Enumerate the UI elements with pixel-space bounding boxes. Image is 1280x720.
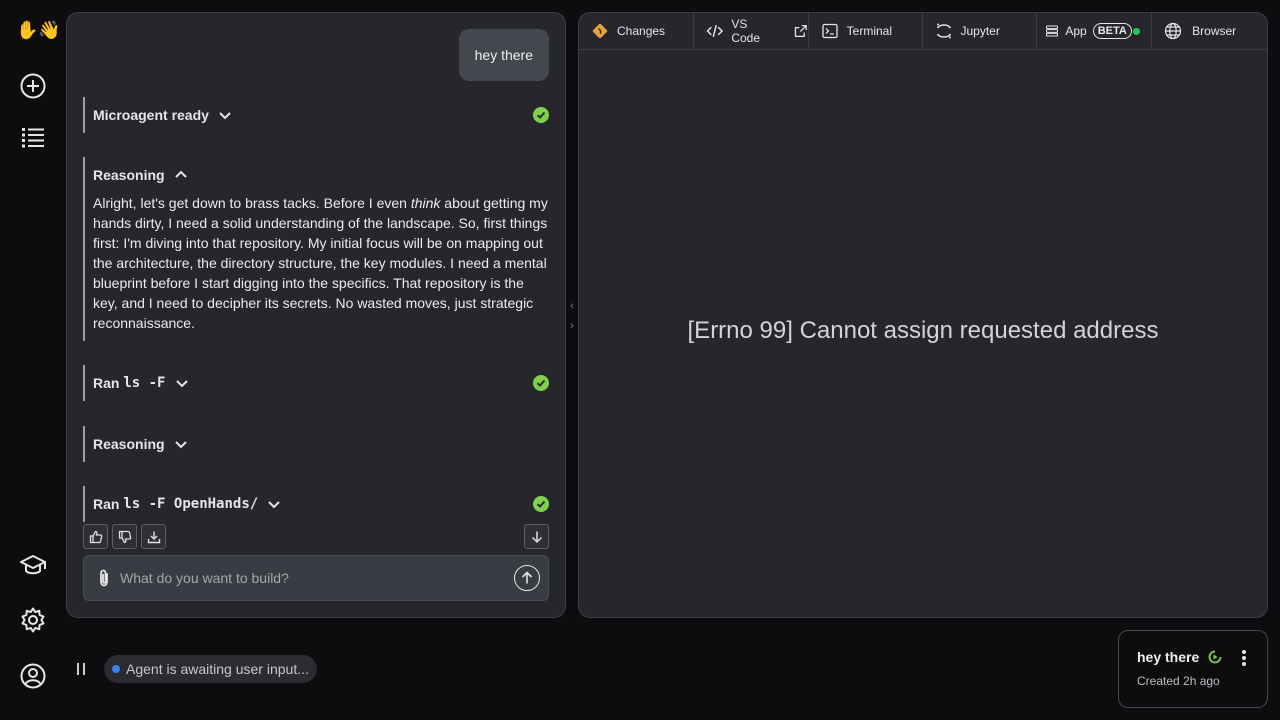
- reasoning-toggle[interactable]: Reasoning: [93, 426, 549, 462]
- tab-label: Terminal: [846, 24, 893, 38]
- user-message: hey there: [458, 29, 549, 81]
- panel-resize-handle[interactable]: ‹ ›: [566, 296, 578, 336]
- microagent-toggle[interactable]: Microagent ready: [93, 97, 549, 133]
- reasoning-label: Reasoning: [93, 436, 165, 452]
- success-check-icon: [533, 375, 549, 391]
- conversation-card[interactable]: hey there Created 2h ago: [1118, 630, 1268, 708]
- new-conversation-icon[interactable]: [19, 72, 47, 100]
- tab-label: VS Code: [731, 17, 761, 45]
- agent-status-badge: Agent is awaiting user input...: [104, 655, 317, 683]
- tab-browser[interactable]: Browser: [1152, 13, 1267, 49]
- scroll-to-bottom-button[interactable]: [524, 524, 549, 549]
- status-dot: [112, 665, 120, 673]
- tab-jupyter[interactable]: Jupyter: [923, 13, 1038, 49]
- chevron-right-icon: ›: [570, 320, 574, 332]
- success-check-icon: [533, 107, 549, 123]
- jupyter-icon: [936, 23, 951, 39]
- conversation-list-icon[interactable]: [19, 123, 47, 151]
- download-button[interactable]: [141, 524, 166, 549]
- user-icon[interactable]: [19, 662, 47, 690]
- chat-composer: [83, 555, 549, 601]
- app-status-dot: [1132, 27, 1140, 35]
- chevron-down-icon: [219, 112, 231, 120]
- chat-panel: hey there Microagent ready Reasoning Alr…: [66, 12, 566, 618]
- reasoning-text: Alright, let's get down to brass tacks. …: [93, 195, 548, 331]
- microagent-status-block: Microagent ready: [83, 97, 549, 133]
- command-text: ls -F: [123, 375, 166, 391]
- chevron-left-icon: ‹: [570, 300, 574, 312]
- tab-terminal[interactable]: Terminal: [809, 13, 923, 49]
- thumbs-down-icon: [118, 530, 131, 543]
- terminal-icon: [822, 23, 838, 39]
- reasoning-toggle[interactable]: Reasoning: [93, 157, 549, 193]
- command-text: ls -F OpenHands/: [123, 496, 259, 512]
- reasoning-emphasis: think: [410, 195, 441, 211]
- external-link-icon[interactable]: [794, 24, 808, 38]
- arrow-up-icon: [521, 571, 533, 584]
- globe-icon: [1165, 22, 1182, 40]
- conversation-created: Created 2h ago: [1137, 674, 1220, 688]
- conversation-title: hey there: [1137, 649, 1200, 665]
- tab-changes[interactable]: Changes: [579, 13, 694, 49]
- chat-input[interactable]: [120, 570, 514, 586]
- arrow-down-icon: [531, 531, 542, 543]
- tab-label: App: [1065, 24, 1087, 38]
- thumbs-down-button[interactable]: [112, 524, 137, 549]
- thumbs-up-button[interactable]: [83, 524, 108, 549]
- reasoning-block: Reasoning Alright, let's get down to bra…: [83, 157, 549, 341]
- server-icon: [1046, 25, 1059, 37]
- beta-badge: BETA: [1092, 23, 1132, 39]
- more-options-icon[interactable]: [1241, 649, 1247, 667]
- app-logo[interactable]: ✋👋: [16, 18, 61, 42]
- command-prefix: Ran: [93, 375, 120, 391]
- running-status-icon: [1208, 650, 1222, 664]
- command-block: Ran ls -F: [83, 365, 549, 401]
- command-prefix: Ran: [93, 496, 120, 512]
- chevron-down-icon: [175, 380, 188, 388]
- microagent-label: Microagent ready: [93, 107, 209, 123]
- tab-label: Changes: [617, 24, 666, 38]
- workspace-panel: Changes VS Code Terminal Jupyter App BET…: [578, 12, 1268, 618]
- command-block: Ran ls -F OpenHands/: [83, 486, 549, 522]
- tab-label: Browser: [1192, 24, 1237, 38]
- paperclip-icon[interactable]: [94, 568, 114, 588]
- tab-label: Jupyter: [960, 24, 1000, 38]
- graduation-cap-icon[interactable]: [19, 551, 47, 579]
- chevron-up-icon: [174, 170, 187, 178]
- success-check-icon: [533, 496, 549, 512]
- tab-app[interactable]: App BETA: [1037, 13, 1153, 49]
- command-toggle[interactable]: Ran ls -F OpenHands/: [93, 486, 549, 522]
- download-icon: [147, 531, 160, 543]
- left-sidebar: ✋👋: [0, 0, 66, 720]
- chevron-down-icon: [268, 501, 280, 509]
- command-toggle[interactable]: Ran ls -F: [93, 365, 549, 401]
- code-icon: [706, 24, 723, 38]
- gear-icon[interactable]: [19, 606, 47, 634]
- reasoning-block: Reasoning: [83, 426, 549, 462]
- chevron-down-icon: [174, 441, 187, 449]
- git-diff-icon: [592, 23, 608, 39]
- thumbs-up-icon: [89, 530, 102, 543]
- pause-button[interactable]: [74, 660, 88, 678]
- workspace-tabs: Changes VS Code Terminal Jupyter App BET…: [579, 13, 1267, 50]
- tab-vscode[interactable]: VS Code: [694, 13, 809, 49]
- pause-icon: [77, 663, 85, 675]
- error-message: [Errno 99] Cannot assign requested addre…: [687, 317, 1159, 344]
- send-button[interactable]: [514, 565, 540, 591]
- agent-status-text: Agent is awaiting user input...: [126, 661, 309, 677]
- feedback-actions: [83, 524, 166, 549]
- reasoning-label: Reasoning: [93, 167, 165, 183]
